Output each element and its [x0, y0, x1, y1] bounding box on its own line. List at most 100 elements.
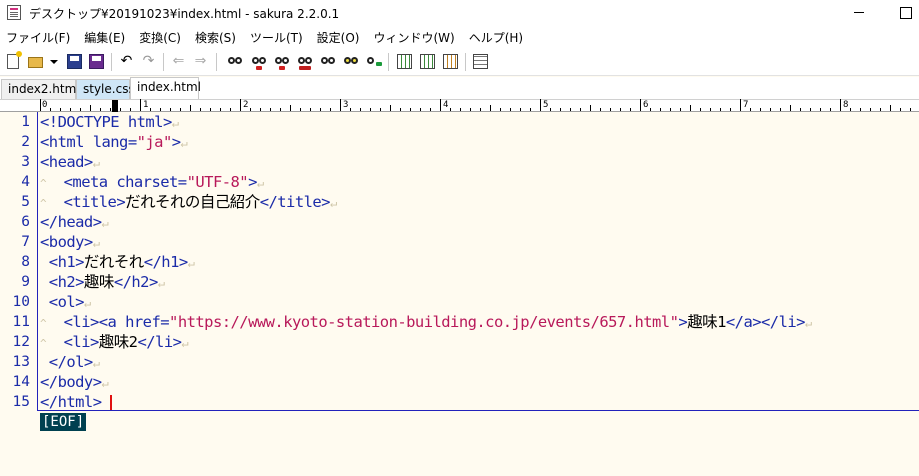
- jump-forward-icon[interactable]: ⇒: [192, 53, 209, 70]
- outline-icon[interactable]: [419, 53, 436, 70]
- ruler-tick: [820, 108, 821, 111]
- ruler-tick: [700, 108, 701, 111]
- redo-icon[interactable]: ↷: [140, 53, 157, 70]
- ruler-tick: [90, 105, 91, 111]
- ruler-label: 3: [343, 100, 349, 110]
- ruler-tick: [350, 108, 351, 111]
- undo-icon[interactable]: ↶: [118, 53, 135, 70]
- code-line[interactable]: <head>↵: [40, 152, 100, 173]
- code-tag: </li>: [137, 333, 182, 351]
- code-line[interactable]: <body>↵: [40, 232, 100, 253]
- code-line[interactable]: <html lang="ja">↵: [40, 132, 188, 153]
- code-line[interactable]: ^ <li><a href="https://www.kyoto-station…: [40, 312, 812, 334]
- line-number: 5: [21, 194, 30, 210]
- grep-icon[interactable]: [342, 53, 359, 70]
- ruler-tick: [200, 108, 201, 111]
- save-all-icon[interactable]: [88, 53, 105, 70]
- tab-index-html[interactable]: index.html: [130, 77, 201, 99]
- code-line[interactable]: </html>: [40, 392, 102, 412]
- mark-icon[interactable]: [319, 53, 336, 70]
- ruler-tick: [460, 108, 461, 111]
- ruler-tick: [330, 108, 331, 111]
- tab-bar: index2.html style.css index.html: [0, 77, 919, 99]
- tab-style-css[interactable]: style.css: [76, 79, 135, 99]
- code-line[interactable]: <h1>だれそれ</h1>↵: [40, 252, 195, 273]
- ruler-tick: [40, 99, 41, 111]
- ruler-tick: [230, 108, 231, 111]
- code-line[interactable]: </head>↵: [40, 212, 109, 233]
- line-number: 7: [21, 234, 30, 250]
- code-tag: </h2>: [113, 273, 158, 291]
- code-line[interactable]: ^ <title>だれそれの自己紹介</title>↵: [40, 192, 337, 214]
- ruler-tick: [590, 105, 591, 111]
- ruler-tick: [190, 105, 191, 111]
- ruler-tick: [500, 108, 501, 111]
- code-tag: <body>: [40, 233, 93, 251]
- text-caret: [110, 395, 112, 410]
- code-line[interactable]: <ol>↵: [40, 292, 91, 313]
- new-file-icon[interactable]: [5, 51, 22, 70]
- ruler-tick: [110, 108, 111, 111]
- replace-icon[interactable]: [296, 53, 313, 70]
- ruler-tick: [390, 105, 391, 111]
- ruler-tick: [100, 108, 101, 111]
- line-number-gutter: 1 2 3 4 5 6 7 8 9 10 11 12 13 14 15: [0, 112, 37, 412]
- text-editor[interactable]: 1 2 3 4 5 6 7 8 9 10 11 12 13 14 15 <!DOCTYPE html>↵ <h…: [0, 112, 919, 476]
- ruler-tick: [430, 108, 431, 111]
- code-line[interactable]: ^ <meta charset="UTF-8">↵: [40, 172, 264, 194]
- code-string: "UTF-8": [186, 173, 249, 191]
- eof-divider: [38, 410, 919, 411]
- menu-edit[interactable]: 編集(E): [77, 26, 132, 48]
- ruler-tick: [280, 108, 281, 111]
- line-number: 3: [21, 154, 30, 170]
- toolbar-separator: [163, 53, 164, 71]
- code-tag: </a></li>: [725, 313, 806, 331]
- ruler-tick: [870, 108, 871, 111]
- ruler-tick: [600, 108, 601, 111]
- code-tag: </body>: [40, 373, 102, 391]
- maximize-button[interactable]: [882, 0, 919, 26]
- toolbar-separator: [465, 53, 466, 71]
- menu-settings[interactable]: 設定(O): [310, 26, 367, 48]
- menu-file[interactable]: ファイル(F): [0, 26, 77, 48]
- line-number: 15: [12, 394, 30, 410]
- dropdown-arrow-icon[interactable]: [47, 53, 58, 70]
- compare-icon[interactable]: [396, 53, 413, 70]
- code-line[interactable]: <h2>趣味</h2>↵: [40, 272, 165, 293]
- code-line[interactable]: ^ <li>趣味2</li>↵: [40, 332, 189, 354]
- ruler-tick: [880, 108, 881, 111]
- ruler-tick: [400, 108, 401, 111]
- ruler-tick: [610, 108, 611, 111]
- newline-marker: ↵: [92, 356, 100, 370]
- tag-jump-icon[interactable]: [365, 53, 382, 70]
- tab-index2-html[interactable]: index2.html: [1, 79, 80, 99]
- ruler-tick: [580, 108, 581, 111]
- settings-icon[interactable]: [442, 53, 459, 70]
- newline-marker: ↵: [180, 136, 188, 150]
- menu-tools[interactable]: ツール(T): [243, 26, 310, 48]
- ruler-tick: [260, 108, 261, 111]
- window-list-icon[interactable]: [472, 53, 489, 70]
- search-prev-icon[interactable]: [250, 53, 267, 70]
- menu-search[interactable]: 検索(S): [188, 26, 243, 48]
- line-number: 9: [21, 274, 30, 290]
- search-next-icon[interactable]: [273, 53, 290, 70]
- jump-back-icon[interactable]: ⇐: [170, 53, 187, 70]
- search-icon[interactable]: [226, 53, 243, 70]
- minimize-button[interactable]: [836, 0, 882, 26]
- title-bar: デスクトップ¥20191023¥index.html - sakura 2.2.…: [0, 0, 919, 26]
- menu-window[interactable]: ウィンドウ(W): [366, 26, 461, 48]
- menu-convert[interactable]: 変換(C): [132, 26, 188, 48]
- code-line[interactable]: </body>↵: [40, 372, 109, 393]
- code-tag: </head>: [40, 213, 102, 231]
- line-number: 6: [21, 214, 30, 230]
- code-line[interactable]: <!DOCTYPE html>↵: [40, 112, 179, 133]
- code-line[interactable]: </ol>↵: [40, 352, 100, 373]
- ruler-tick: [550, 108, 551, 111]
- ruler-tick: [540, 99, 541, 111]
- save-icon[interactable]: [66, 53, 83, 70]
- newline-marker: ↵: [804, 316, 813, 330]
- menu-help[interactable]: ヘルプ(H): [462, 26, 530, 48]
- open-folder-icon[interactable]: [27, 53, 44, 70]
- code-tag: >: [248, 173, 257, 191]
